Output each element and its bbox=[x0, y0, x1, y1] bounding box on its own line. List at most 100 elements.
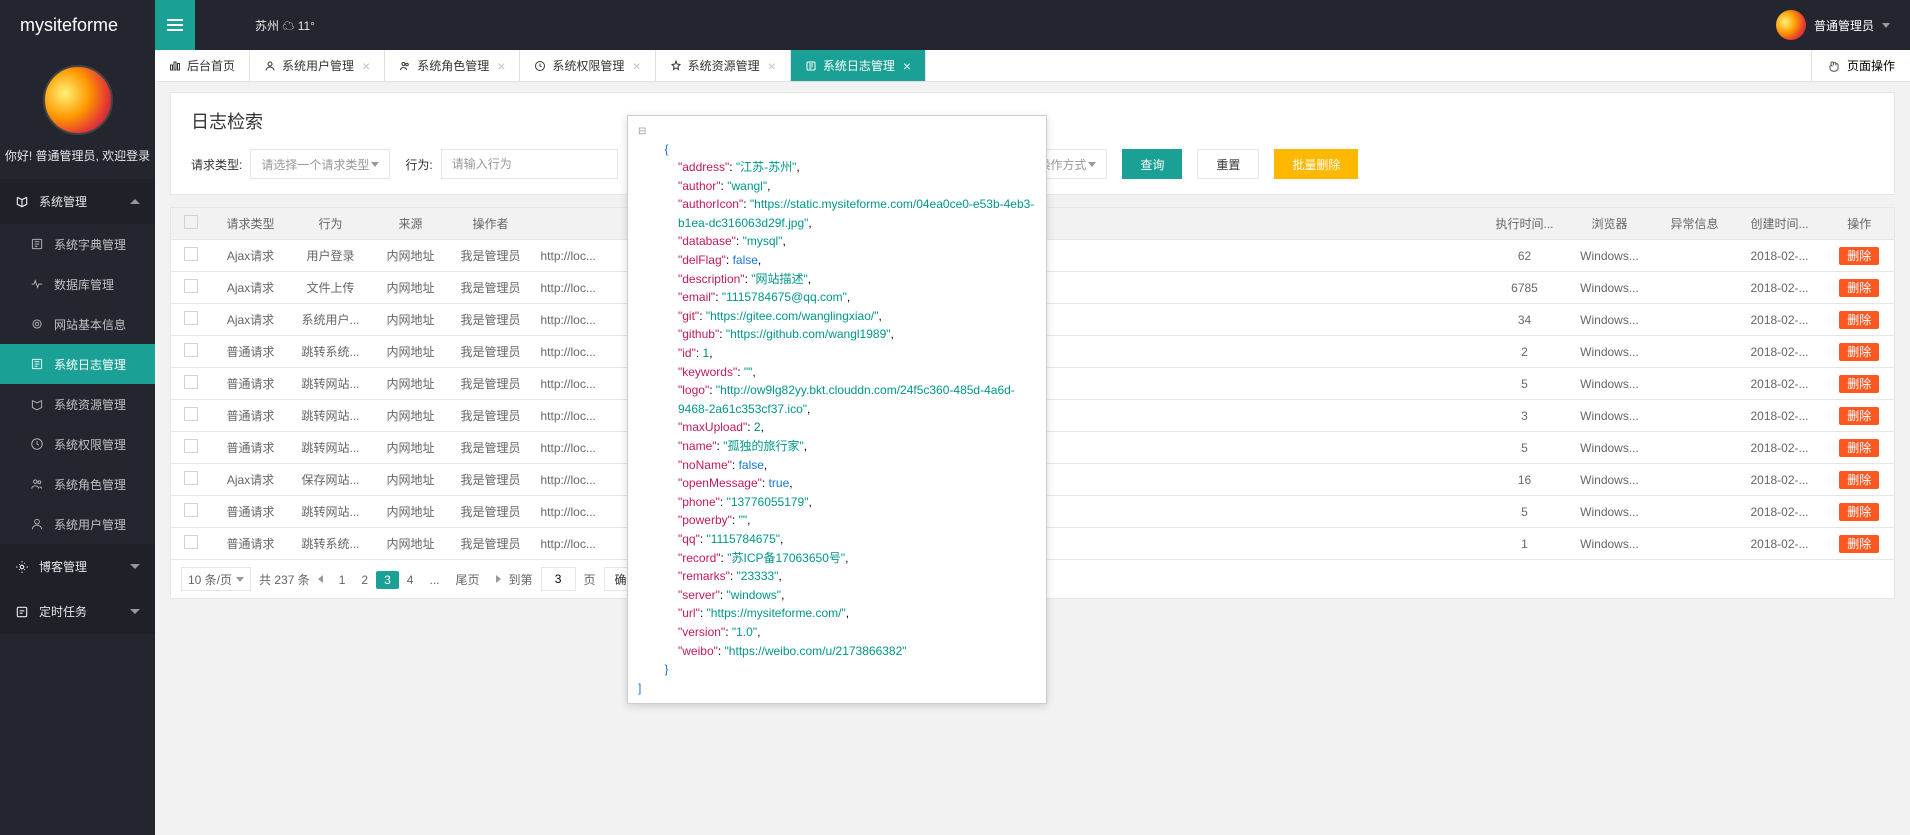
group-icon bbox=[15, 560, 29, 574]
sidebar-item-2[interactable]: 网站基本信息 bbox=[0, 304, 155, 344]
next-page[interactable] bbox=[496, 575, 501, 583]
tab-5[interactable]: 系统日志管理× bbox=[791, 50, 926, 81]
tab-4[interactable]: 系统资源管理× bbox=[656, 50, 791, 81]
close-icon[interactable]: × bbox=[903, 58, 911, 74]
close-icon[interactable]: × bbox=[497, 58, 505, 74]
burger-icon bbox=[167, 24, 183, 26]
batch-delete-button[interactable]: 批量删除 bbox=[1274, 149, 1358, 179]
chevron-down-icon bbox=[130, 609, 140, 614]
sidebar-item-5[interactable]: 系统权限管理 bbox=[0, 424, 155, 464]
menu-group-2[interactable]: 定时任务 bbox=[0, 589, 155, 634]
item-icon bbox=[30, 517, 44, 531]
delete-button[interactable]: 删除 bbox=[1839, 279, 1879, 297]
chevron-down-icon bbox=[371, 162, 379, 167]
close-icon[interactable]: × bbox=[768, 58, 776, 74]
menu-group-0[interactable]: 系统管理 bbox=[0, 179, 155, 224]
hand-icon bbox=[1827, 59, 1841, 73]
page-2[interactable]: 2 bbox=[353, 571, 376, 589]
chevron-down-icon bbox=[130, 564, 140, 569]
item-icon bbox=[30, 237, 44, 251]
item-icon bbox=[30, 317, 44, 331]
col-2: 行为 bbox=[291, 208, 371, 240]
sidebar-item-0[interactable]: 系统字典管理 bbox=[0, 224, 155, 264]
delete-button[interactable]: 删除 bbox=[1839, 407, 1879, 425]
col-4: 操作者 bbox=[451, 208, 531, 240]
tab-icon bbox=[264, 60, 276, 72]
tab-3[interactable]: 系统权限管理× bbox=[520, 50, 655, 81]
page-1[interactable]: 1 bbox=[331, 571, 354, 589]
item-icon bbox=[30, 277, 44, 291]
col-3: 来源 bbox=[371, 208, 451, 240]
avatar bbox=[1776, 10, 1806, 40]
delete-button[interactable]: 删除 bbox=[1839, 471, 1879, 489]
page-operations[interactable]: 页面操作 bbox=[1811, 50, 1910, 81]
row-checkbox[interactable] bbox=[184, 471, 198, 485]
type-select[interactable]: 请选择一个请求类型 bbox=[250, 149, 390, 179]
menu-group-1[interactable]: 博客管理 bbox=[0, 544, 155, 589]
tab-1[interactable]: 系统用户管理× bbox=[250, 50, 385, 81]
main: 后台首页系统用户管理×系统角色管理×系统权限管理×系统资源管理×系统日志管理× … bbox=[155, 50, 1910, 835]
page-...[interactable]: ... bbox=[421, 571, 447, 589]
page-尾页[interactable]: 尾页 bbox=[448, 571, 488, 589]
col-10: 创建时间... bbox=[1735, 208, 1825, 240]
sidebar: 你好! 普通管理员, 欢迎登录 系统管理系统字典管理数据库管理网站基本信息系统日… bbox=[0, 50, 155, 835]
delete-button[interactable]: 删除 bbox=[1839, 343, 1879, 361]
delete-button[interactable]: 删除 bbox=[1839, 247, 1879, 265]
chevron-down-icon bbox=[236, 577, 244, 582]
reset-button[interactable]: 重置 bbox=[1197, 149, 1259, 179]
tab-2[interactable]: 系统角色管理× bbox=[385, 50, 520, 81]
top-bar: mysiteforme 苏州 ☁ 11° 普通管理员 bbox=[0, 0, 1910, 50]
row-checkbox[interactable] bbox=[184, 535, 198, 549]
tab-icon bbox=[534, 60, 546, 72]
tab-bar: 后台首页系统用户管理×系统角色管理×系统权限管理×系统资源管理×系统日志管理× … bbox=[155, 50, 1910, 82]
delete-button[interactable]: 删除 bbox=[1839, 439, 1879, 457]
col-8: 浏览器 bbox=[1565, 208, 1655, 240]
goto-input[interactable] bbox=[541, 567, 576, 591]
tab-0[interactable]: 后台首页 bbox=[155, 50, 250, 81]
item-icon bbox=[30, 437, 44, 451]
row-checkbox[interactable] bbox=[184, 503, 198, 517]
page-4[interactable]: 4 bbox=[399, 571, 422, 589]
row-checkbox[interactable] bbox=[184, 311, 198, 325]
user-menu[interactable]: 普通管理员 bbox=[1776, 10, 1890, 40]
action-input[interactable] bbox=[441, 149, 618, 179]
close-icon[interactable]: × bbox=[362, 58, 370, 74]
query-button[interactable]: 查询 bbox=[1122, 149, 1182, 179]
profile-avatar bbox=[43, 65, 113, 135]
content: 日志检索 请求类型: 请选择一个请求类型 行为: 用户名: 请选择操作方式: 请… bbox=[155, 82, 1910, 835]
prev-page[interactable] bbox=[318, 575, 323, 583]
profile-block: 你好! 普通管理员, 欢迎登录 bbox=[0, 50, 155, 179]
col-1: 请求类型 bbox=[211, 208, 291, 240]
col-7: 执行时间... bbox=[1485, 208, 1565, 240]
row-checkbox[interactable] bbox=[184, 247, 198, 261]
page-size-select[interactable]: 10 条/页 bbox=[181, 567, 251, 591]
brand: mysiteforme bbox=[0, 15, 155, 36]
select-all-checkbox[interactable] bbox=[184, 215, 198, 229]
item-icon bbox=[30, 397, 44, 411]
item-icon bbox=[30, 477, 44, 491]
delete-button[interactable]: 删除 bbox=[1839, 375, 1879, 393]
caret-down-icon bbox=[1882, 23, 1890, 28]
close-icon[interactable]: × bbox=[632, 58, 640, 74]
row-checkbox[interactable] bbox=[184, 279, 198, 293]
sidebar-item-4[interactable]: 系统资源管理 bbox=[0, 384, 155, 424]
json-tooltip: ⊟ { "address": "江苏-苏州","author": "wangl"… bbox=[627, 115, 1047, 704]
row-checkbox[interactable] bbox=[184, 375, 198, 389]
tab-icon bbox=[169, 60, 181, 72]
row-checkbox[interactable] bbox=[184, 407, 198, 421]
delete-button[interactable]: 删除 bbox=[1839, 311, 1879, 329]
collapse-icon[interactable]: ⊟ bbox=[638, 126, 646, 137]
delete-button[interactable]: 删除 bbox=[1839, 535, 1879, 553]
group-icon bbox=[15, 195, 29, 209]
weather: 苏州 ☁ 11° bbox=[255, 17, 315, 34]
sidebar-item-6[interactable]: 系统角色管理 bbox=[0, 464, 155, 504]
row-checkbox[interactable] bbox=[184, 343, 198, 357]
sidebar-item-7[interactable]: 系统用户管理 bbox=[0, 504, 155, 544]
delete-button[interactable]: 删除 bbox=[1839, 503, 1879, 521]
page-3[interactable]: 3 bbox=[376, 571, 399, 589]
sidebar-item-3[interactable]: 系统日志管理 bbox=[0, 344, 155, 384]
col-9: 异常信息 bbox=[1655, 208, 1735, 240]
sidebar-item-1[interactable]: 数据库管理 bbox=[0, 264, 155, 304]
menu-toggle[interactable] bbox=[155, 0, 195, 50]
row-checkbox[interactable] bbox=[184, 439, 198, 453]
